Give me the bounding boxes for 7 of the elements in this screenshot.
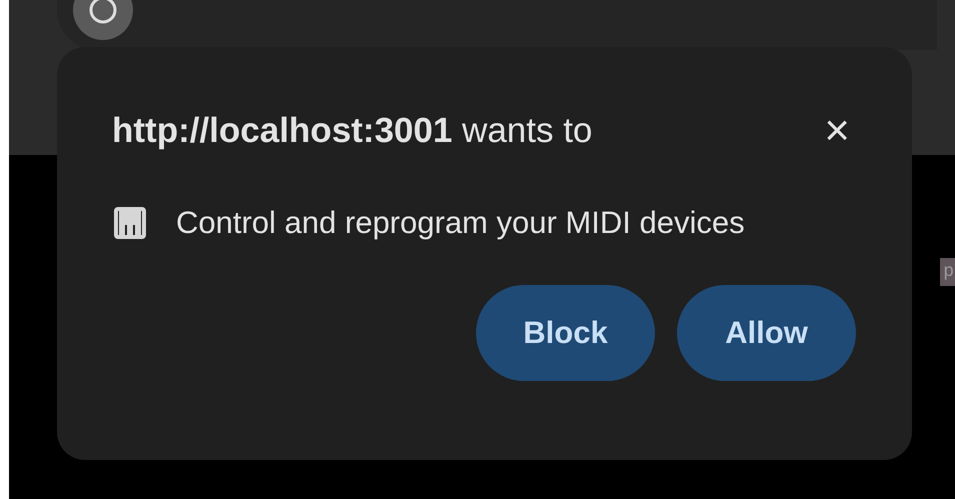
page-text: p [940,258,955,286]
dialog-title: http://localhost:3001 wants to [112,111,592,151]
piano-keys-icon [112,205,148,241]
permission-text: Control and reprogram your MIDI devices [176,205,745,241]
dialog-button[interactable]: Allow [677,285,856,381]
close-button[interactable]: × [818,109,856,153]
dialog-button[interactable]: Block [476,285,655,381]
